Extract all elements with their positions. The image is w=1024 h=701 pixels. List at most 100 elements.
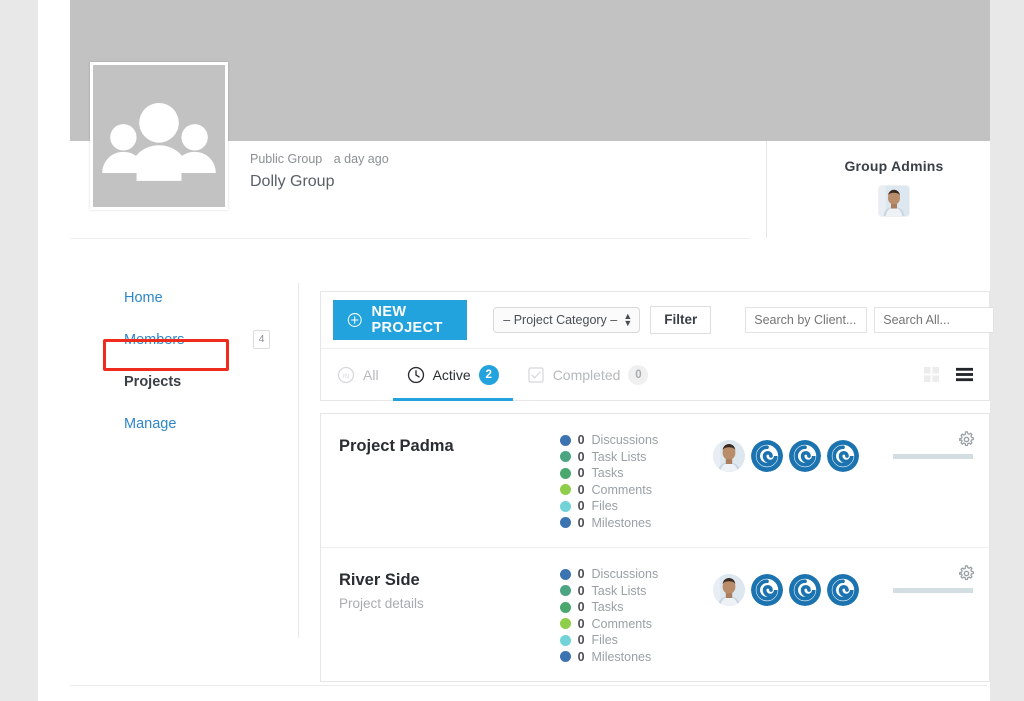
view-toggle xyxy=(923,366,973,383)
project-members xyxy=(713,432,859,472)
list-view-icon[interactable] xyxy=(956,366,973,383)
project-category-select[interactable]: – Project Category – ▲▼ xyxy=(493,307,640,333)
stat-comments: 0 Comments xyxy=(560,616,713,633)
new-project-label: NEW PROJECT xyxy=(371,304,449,336)
gear-icon[interactable] xyxy=(958,431,975,448)
stat-count: 0 xyxy=(578,516,585,530)
gravatar-placeholder xyxy=(751,574,783,606)
project-list: Project Padma 0 Discussions 0 Task Lists xyxy=(320,413,990,682)
filter-button[interactable]: Filter xyxy=(650,306,711,334)
avatar[interactable] xyxy=(751,574,783,606)
gravatar-placeholder xyxy=(827,574,859,606)
stat-label: Milestones xyxy=(592,650,652,664)
filter-label: Filter xyxy=(664,312,697,327)
stat-dot xyxy=(560,451,571,462)
sidebar-item-label: Home xyxy=(86,283,163,313)
project-title: Project Padma xyxy=(339,437,560,456)
project-progress-bar xyxy=(893,454,973,459)
project-subtitle: Project details xyxy=(339,596,560,611)
group-admins-section: Group Admins xyxy=(798,158,990,216)
group-admins-title: Group Admins xyxy=(798,158,990,174)
svg-text:iN: iN xyxy=(343,373,349,380)
sidebar-divider xyxy=(298,283,299,638)
project-info: Project Padma xyxy=(339,432,560,456)
gravatar-placeholder xyxy=(827,440,859,472)
header-divider xyxy=(70,238,750,239)
plus-circle-icon xyxy=(347,309,362,331)
stat-tasks: 0 Tasks xyxy=(560,599,713,616)
new-project-button[interactable]: NEW PROJECT xyxy=(333,300,467,340)
stat-dot xyxy=(560,501,571,512)
stat-task-lists: 0 Task Lists xyxy=(560,449,713,466)
group-admins-list xyxy=(798,186,990,216)
stat-files: 0 Files xyxy=(560,632,713,649)
stat-task-lists: 0 Task Lists xyxy=(560,583,713,600)
stat-count: 0 xyxy=(578,433,585,447)
project-progress-bar xyxy=(893,588,973,593)
sidebar-item-label: Manage xyxy=(86,409,176,439)
all-circle-icon: iN xyxy=(337,366,355,384)
stat-count: 0 xyxy=(578,600,585,614)
search-all-input[interactable] xyxy=(874,307,994,333)
footer-divider xyxy=(70,685,987,686)
projects-toolbar: NEW PROJECT – Project Category – ▲▼ Filt… xyxy=(321,292,989,348)
checkbox-icon xyxy=(527,366,545,384)
tab-label: All xyxy=(363,367,379,383)
avatar[interactable] xyxy=(789,440,821,472)
tab-completed[interactable]: Completed 0 xyxy=(527,349,649,401)
sidebar-item-members[interactable]: Members 4 xyxy=(86,325,260,355)
projects-header-panel: NEW PROJECT – Project Category – ▲▼ Filt… xyxy=(320,291,990,401)
tab-label: Completed xyxy=(553,367,621,383)
search-by-client-input[interactable] xyxy=(745,307,867,333)
stat-files: 0 Files xyxy=(560,498,713,515)
stat-label: Task Lists xyxy=(592,584,647,598)
avatar[interactable] xyxy=(827,574,859,606)
stat-dot xyxy=(560,569,571,580)
stat-count: 0 xyxy=(578,584,585,598)
stat-count: 0 xyxy=(578,450,585,464)
tab-count-badge: 0 xyxy=(628,365,648,385)
stat-comments: 0 Comments xyxy=(560,482,713,499)
stat-count: 0 xyxy=(578,466,585,480)
stat-label: Comments xyxy=(592,483,652,497)
avatar[interactable] xyxy=(789,574,821,606)
user-photo-avatar xyxy=(713,574,745,606)
sidebar-item-manage[interactable]: Manage xyxy=(86,409,260,439)
stat-count: 0 xyxy=(578,650,585,664)
stat-label: Tasks xyxy=(592,600,624,614)
stat-milestones: 0 Milestones xyxy=(560,515,713,532)
stat-count: 0 xyxy=(578,499,585,513)
sidebar-item-projects[interactable]: Projects xyxy=(86,367,260,397)
project-stats: 0 Discussions 0 Task Lists 0 Tasks xyxy=(560,566,713,665)
project-title: River Side xyxy=(339,571,560,590)
gear-icon[interactable] xyxy=(958,565,975,582)
avatar[interactable] xyxy=(879,186,909,216)
group-meta: Public Group a day ago Dolly Group xyxy=(250,152,750,191)
admins-vertical-divider xyxy=(766,141,767,238)
members-count-badge: 4 xyxy=(253,330,270,349)
projects-panel: NEW PROJECT – Project Category – ▲▼ Filt… xyxy=(320,291,990,682)
stat-label: Tasks xyxy=(592,466,624,480)
stat-dot xyxy=(560,468,571,479)
tab-all[interactable]: iN All xyxy=(337,349,379,401)
group-avatar[interactable] xyxy=(90,62,228,210)
project-members xyxy=(713,566,859,606)
tab-active[interactable]: Active 2 xyxy=(407,349,499,401)
project-card[interactable]: River Side Project details 0 Discussions… xyxy=(321,547,989,681)
clock-icon xyxy=(407,366,425,384)
stat-milestones: 0 Milestones xyxy=(560,649,713,666)
gravatar-placeholder xyxy=(751,440,783,472)
avatar[interactable] xyxy=(827,440,859,472)
grid-view-icon[interactable] xyxy=(923,366,940,383)
stat-count: 0 xyxy=(578,617,585,631)
avatar[interactable] xyxy=(713,440,745,472)
gravatar-placeholder xyxy=(789,574,821,606)
avatar[interactable] xyxy=(751,440,783,472)
project-card[interactable]: Project Padma 0 Discussions 0 Task Lists xyxy=(321,414,989,547)
user-photo-avatar xyxy=(713,440,745,472)
stat-count: 0 xyxy=(578,483,585,497)
sidebar-item-home[interactable]: Home xyxy=(86,283,260,313)
avatar[interactable] xyxy=(713,574,745,606)
stat-dot xyxy=(560,651,571,662)
group-sidebar-nav: Home Members 4 Projects Manage xyxy=(86,283,260,451)
